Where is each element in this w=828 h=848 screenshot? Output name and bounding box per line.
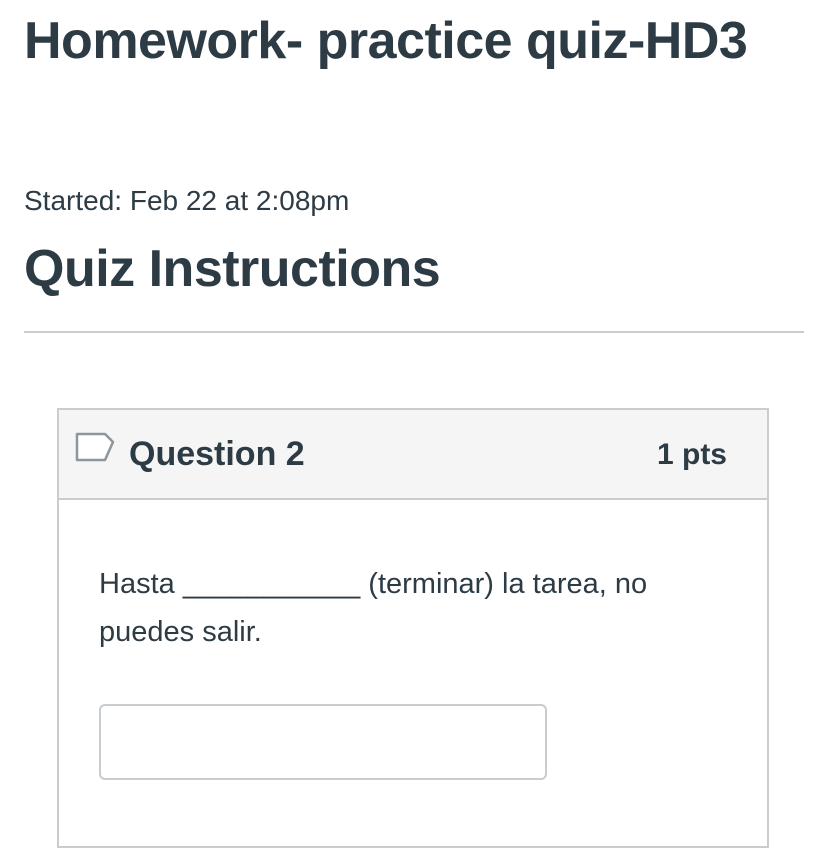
- question-points: 1 pts: [656, 438, 727, 471]
- question-card: Question 2 1 pts Hasta ___________ (term…: [57, 408, 769, 848]
- flag-question-icon[interactable]: [75, 430, 117, 466]
- question-name: Question 2: [129, 435, 305, 473]
- section-divider: [24, 331, 804, 333]
- question-text: Hasta ___________ (terminar) la tarea, n…: [99, 568, 648, 648]
- quiz-instructions-heading: Quiz Instructions: [24, 240, 441, 298]
- answer-input[interactable]: [99, 704, 547, 780]
- quiz-started-time: Started: Feb 22 at 2:08pm: [24, 185, 350, 216]
- quiz-title: Homework- practice quiz-HD3: [24, 12, 748, 70]
- question-header: Question 2 1 pts: [59, 410, 767, 500]
